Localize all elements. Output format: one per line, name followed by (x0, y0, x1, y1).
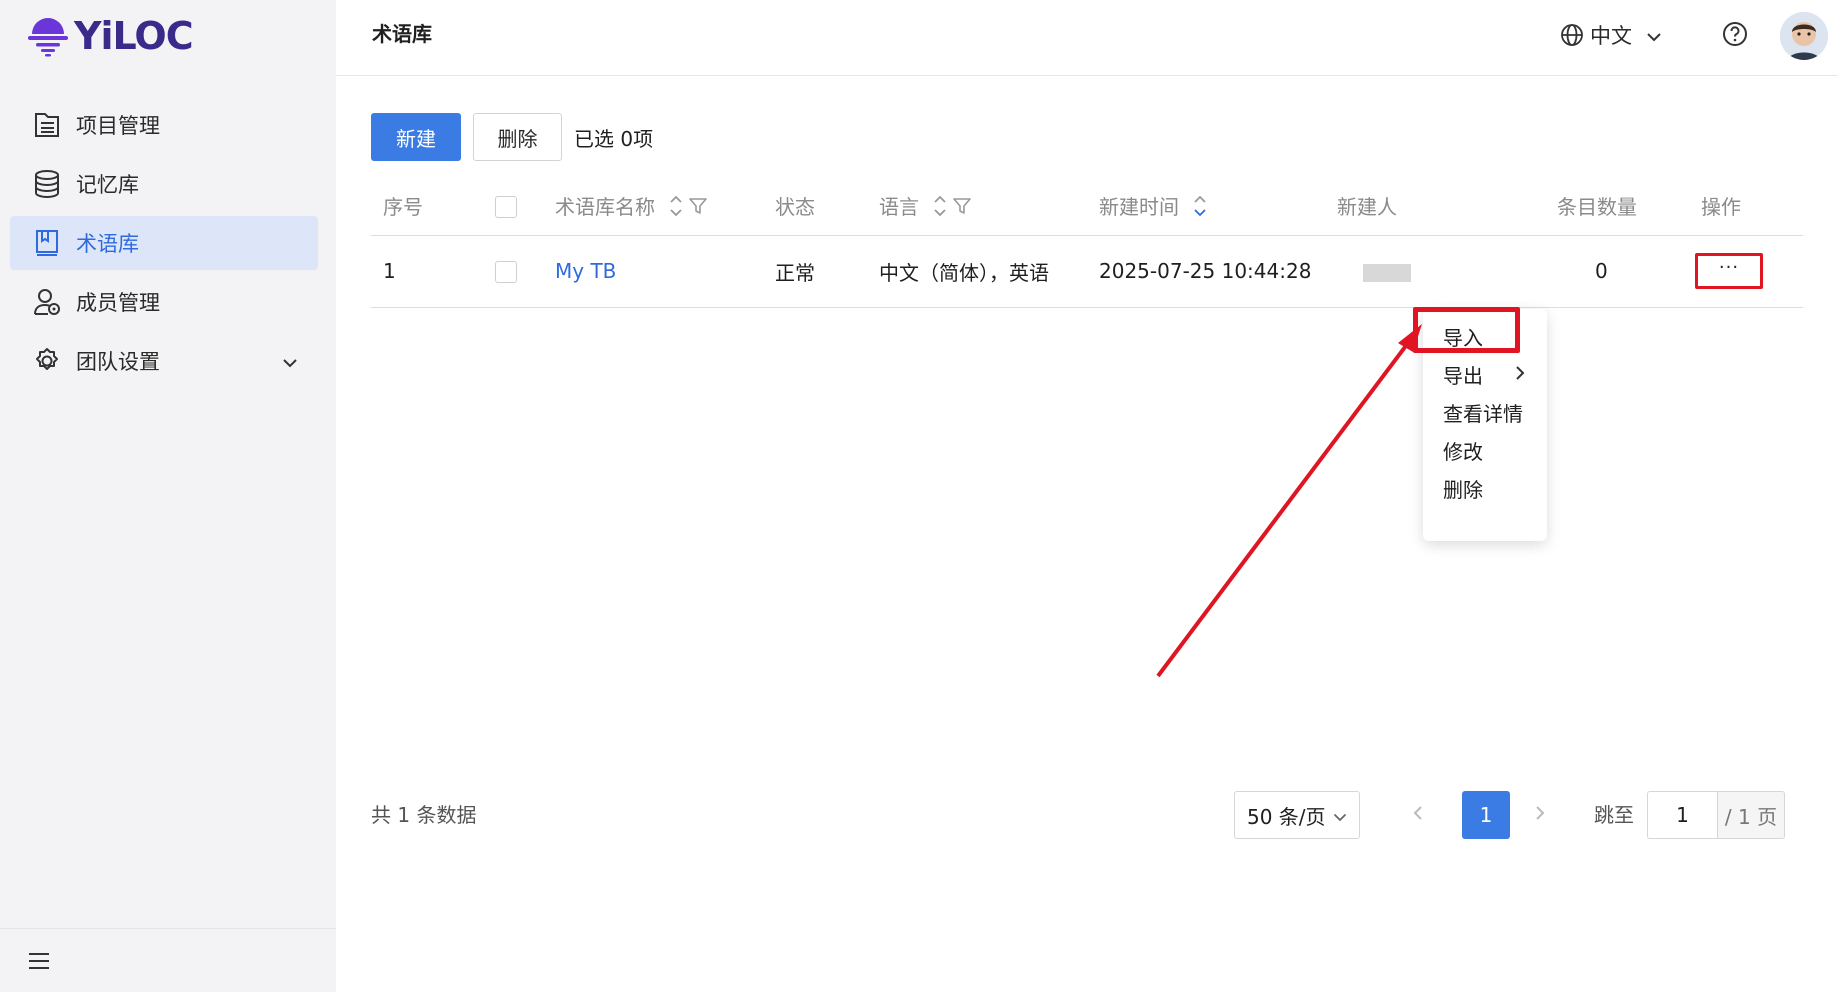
jump-label: 跳至 (1594, 803, 1634, 827)
menu-item-view-details[interactable]: 查看详情 (1423, 393, 1547, 431)
avatar-image (1780, 12, 1828, 60)
termbase-name-link[interactable]: My TB (555, 259, 616, 283)
menu-item-export[interactable]: 导出 (1423, 355, 1547, 393)
sidebar-nav: 项目管理 记忆库 术语库 成员管理 团队设置 (10, 98, 318, 393)
column-index: 序号 (371, 177, 483, 236)
sidebar-item-label: 术语库 (76, 232, 139, 256)
chevron-down-icon (282, 349, 298, 373)
main-content: 新建 删除 已选 0项 序号 术语库名称 状态 语言 新建时间 新建人 条目数量… (336, 77, 1838, 992)
page-current[interactable]: 1 (1462, 791, 1510, 839)
next-page-icon[interactable] (1528, 801, 1552, 825)
more-actions-button[interactable]: ··· (1695, 253, 1763, 289)
column-status: 状态 (763, 177, 867, 236)
page-title: 术语库 (372, 22, 432, 46)
chevron-down-icon (1646, 23, 1662, 47)
logo-icon (28, 18, 68, 57)
row-name: My TB (543, 235, 763, 308)
sidebar-item-label: 项目管理 (76, 114, 160, 138)
database-icon (32, 169, 62, 199)
row-checkbox[interactable] (495, 261, 517, 284)
jump-page-input[interactable] (1648, 792, 1718, 838)
termbase-table: 序号 术语库名称 状态 语言 新建时间 新建人 条目数量 操作 1 My TB … (371, 177, 1803, 308)
selected-count: 已选 0项 (574, 126, 654, 151)
total-count: 共 1 条数据 (371, 803, 477, 827)
sort-icon[interactable] (669, 193, 683, 219)
row-created-at: 2025-07-25 10:44:28 (1087, 235, 1325, 308)
delete-button[interactable]: 删除 (473, 113, 562, 161)
filter-icon[interactable] (953, 197, 971, 215)
filter-icon[interactable] (689, 197, 707, 215)
globe-icon (1561, 24, 1583, 46)
sort-icon[interactable] (933, 193, 947, 219)
toolbar: 新建 删除 已选 0项 (371, 113, 653, 161)
jump-to-page: / 1 页 (1647, 791, 1785, 839)
column-name: 术语库名称 (543, 177, 763, 236)
gear-icon (32, 346, 62, 376)
language-label: 中文 (1590, 24, 1632, 48)
sidebar-item-team-settings[interactable]: 团队设置 (10, 334, 318, 388)
column-created-at-label: 新建时间 (1099, 195, 1179, 220)
menu-item-delete[interactable]: 删除 (1423, 469, 1547, 507)
row-languages: 中文（简体），英语 (867, 235, 1087, 308)
row-creator (1325, 235, 1545, 308)
logo-text: YiLOC (74, 14, 194, 58)
sort-desc-icon[interactable] (1193, 193, 1207, 219)
member-icon (32, 287, 62, 317)
menu-item-edit[interactable]: 修改 (1423, 431, 1547, 469)
new-button[interactable]: 新建 (371, 113, 461, 161)
more-icon: ··· (1718, 257, 1740, 278)
page-size-select[interactable]: 50 条/页 (1234, 791, 1360, 839)
avatar[interactable] (1780, 12, 1828, 60)
actions-dropdown-menu: 导入 导出 查看详情 修改 删除 (1423, 309, 1547, 541)
chevron-right-icon (1515, 362, 1525, 386)
column-actions: 操作 (1689, 177, 1803, 236)
menu-icon[interactable] (28, 951, 50, 971)
column-created-at: 新建时间 (1087, 177, 1325, 236)
menu-item-import[interactable]: 导入 (1423, 317, 1547, 355)
list-icon (32, 110, 62, 140)
row-entry-count: 0 (1545, 235, 1689, 308)
table-row: 1 My TB 正常 中文（简体），英语 2025-07-25 10:44:28… (371, 235, 1803, 308)
top-header: 术语库 中文 (336, 0, 1838, 76)
column-entry-count: 条目数量 (1545, 177, 1689, 236)
sidebar-item-members[interactable]: 成员管理 (10, 275, 318, 329)
language-switcher[interactable]: 中文 (1560, 20, 1662, 50)
select-all-checkbox[interactable] (495, 196, 517, 218)
chevron-down-icon (1333, 803, 1347, 827)
column-name-label: 术语库名称 (555, 195, 655, 220)
column-select (483, 177, 543, 236)
sidebar-item-label: 记忆库 (76, 173, 139, 197)
sidebar: YiLOC 项目管理 记忆库 术语库 成员管理 团队设置 (0, 0, 336, 992)
creator-redacted (1363, 263, 1411, 282)
sidebar-item-label: 成员管理 (76, 291, 160, 315)
prev-page-icon[interactable] (1406, 801, 1430, 825)
book-icon (32, 228, 62, 258)
column-language-label: 语言 (879, 195, 919, 220)
help-icon[interactable] (1722, 21, 1748, 47)
sidebar-footer (0, 928, 336, 992)
column-creator: 新建人 (1325, 177, 1545, 236)
column-language: 语言 (867, 177, 1087, 236)
total-pages: / 1 页 (1718, 792, 1784, 838)
table-header-row: 序号 术语库名称 状态 语言 新建时间 新建人 条目数量 操作 (371, 177, 1803, 236)
sidebar-item-label: 团队设置 (76, 350, 160, 374)
row-status: 正常 (763, 235, 867, 308)
row-index: 1 (371, 235, 483, 308)
logo[interactable]: YiLOC (28, 14, 194, 58)
sidebar-item-termbase[interactable]: 术语库 (10, 216, 318, 270)
sidebar-item-memory[interactable]: 记忆库 (10, 157, 318, 211)
row-actions: ··· (1689, 235, 1803, 308)
sidebar-item-projects[interactable]: 项目管理 (10, 98, 318, 152)
row-select (483, 235, 543, 308)
page-size-value: 50 条/页 (1247, 804, 1326, 829)
